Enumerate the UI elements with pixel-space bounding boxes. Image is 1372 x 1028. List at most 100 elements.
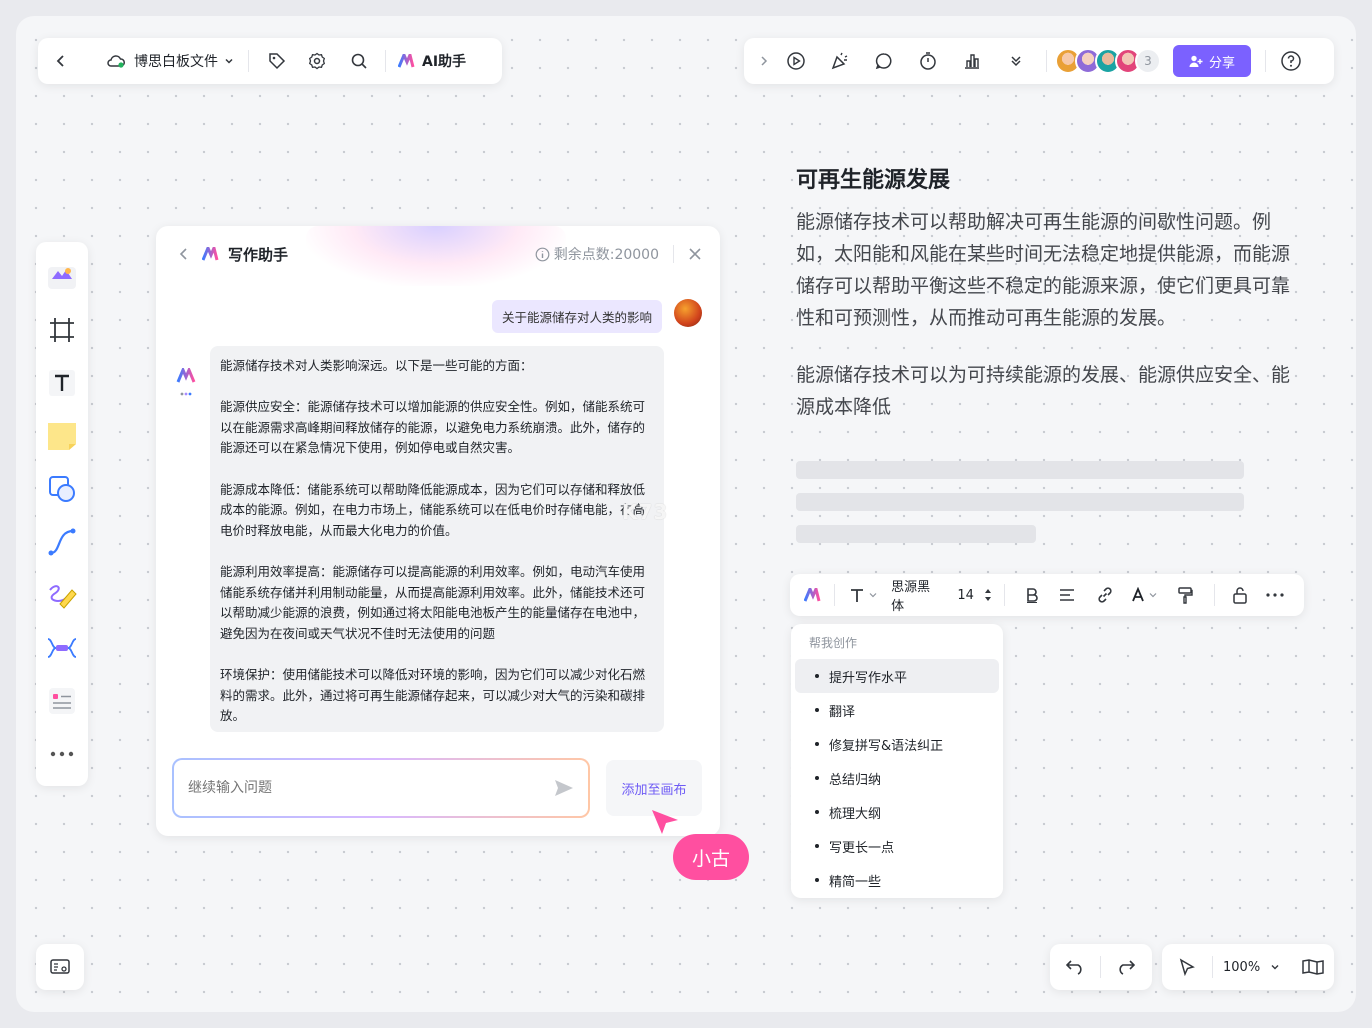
cursor-pointer-icon (652, 810, 678, 834)
menu-item-improve-writing[interactable]: 提升写作水平 (795, 659, 999, 693)
connector-tool[interactable] (36, 515, 88, 568)
timer-icon[interactable] (906, 51, 950, 71)
ai-response: 能源储存技术对人类影响深远。以下是一些可能的方面： 能源供应安全：能源储存技术可… (210, 346, 664, 732)
undo-icon[interactable] (1050, 944, 1100, 990)
send-icon[interactable] (554, 779, 574, 797)
divider (1265, 50, 1267, 72)
question-input[interactable] (188, 780, 554, 796)
settings-icon[interactable] (295, 52, 339, 70)
mindmap-icon (47, 637, 77, 658)
ai-avatar-icon (176, 368, 198, 398)
more-icon[interactable] (1259, 574, 1292, 616)
redo-icon[interactable] (1101, 944, 1151, 990)
tag-icon[interactable] (259, 52, 295, 70)
doc-paragraph[interactable]: 能源储存技术可以帮助解决可再生能源的间歇性问题。例如，太阳能和风能在某些时间无法… (796, 206, 1306, 334)
zoom-level[interactable]: 100% (1223, 960, 1260, 975)
ai-assistant-label: AI助手 (422, 54, 467, 70)
doc-paragraph[interactable]: 能源储存技术可以为可持续能源的发展、能源供应安全、能源成本降低 (796, 359, 1306, 423)
vote-chart-icon[interactable] (950, 51, 994, 71)
text-tool[interactable] (36, 356, 88, 409)
collaborator-avatars[interactable]: 3 (1055, 48, 1161, 74)
chevron-down-icon[interactable] (224, 56, 234, 66)
ai-logo-icon (202, 247, 222, 261)
shape-tool[interactable] (36, 462, 88, 515)
response-paragraph: 环境保护：使用储能技术可以降低对环境的影响，因为它们可以减少对化石燃料的需求。此… (220, 666, 646, 724)
doc-title[interactable]: 可再生能源发展 (796, 162, 950, 194)
minimap-button[interactable] (36, 944, 84, 990)
pen-tool[interactable] (36, 568, 88, 621)
collaborator-cursor-label: 小古 (673, 834, 749, 880)
chevron-right-icon[interactable] (754, 55, 774, 67)
info-icon (535, 247, 550, 261)
search-icon[interactable] (339, 52, 379, 70)
ai-assistant-button[interactable]: AI助手 (398, 51, 466, 71)
divider (1003, 584, 1005, 606)
left-toolbar (36, 242, 88, 786)
menu-item-fix-grammar[interactable]: 修复拼写&语法纠正 (795, 727, 999, 761)
divider (834, 584, 836, 606)
font-size-value[interactable]: 14 (957, 588, 974, 603)
sticky-note-tool[interactable] (36, 409, 88, 462)
align-icon[interactable] (1051, 574, 1084, 616)
loading-placeholder (796, 493, 1244, 511)
unlock-icon[interactable] (1225, 574, 1255, 616)
more-tools[interactable] (36, 727, 88, 780)
font-size-stepper-icon[interactable] (984, 574, 992, 616)
chevron-down-icon[interactable] (1270, 962, 1280, 972)
menu-item-translate[interactable]: 翻译 (795, 693, 999, 727)
divider (1212, 956, 1213, 978)
double-chevron-down-icon[interactable] (994, 54, 1038, 68)
back-icon[interactable] (48, 53, 74, 69)
ai-logo-icon[interactable] (802, 574, 826, 616)
sticky-note-icon (48, 422, 76, 450)
menu-header: 帮我创作 (809, 636, 858, 650)
ai-logo-icon (398, 54, 418, 68)
template-tool[interactable] (36, 250, 88, 303)
celebrate-icon[interactable] (818, 51, 862, 71)
text-format-toolbar: 思源黑体 14 (790, 574, 1304, 616)
user-add-icon (1189, 55, 1203, 67)
menu-item-make-longer[interactable]: 写更长一点 (795, 829, 999, 863)
book-map-icon[interactable] (1302, 959, 1324, 975)
watermark-logo: K73 (622, 500, 669, 524)
font-family-select[interactable]: 思源黑体 (891, 576, 939, 614)
share-label: 分享 (1209, 55, 1236, 71)
help-icon[interactable] (1280, 50, 1302, 72)
response-paragraph: 能源供应安全：能源储存技术可以增加能源的供应安全性。例如，储能系统可以在能源需求… (220, 399, 646, 456)
link-icon[interactable] (1088, 574, 1121, 616)
bold-icon[interactable] (1017, 574, 1047, 616)
chat-input-box[interactable] (172, 758, 590, 818)
divider (1213, 584, 1215, 606)
font-color-icon[interactable] (1126, 574, 1163, 616)
menu-item-outline[interactable]: 梳理大纲 (795, 795, 999, 829)
writing-assistant-panel: 写作助手 剩余点数:20000 关于能源储存对人类的影响 能源储存技术对人类影响… (156, 226, 720, 836)
remaining-points-label: 剩余点数:20000 (553, 247, 659, 263)
file-name[interactable]: 博思白板文件 (134, 51, 218, 71)
menu-item-summarize[interactable]: 总结归纳 (795, 761, 999, 795)
divider (1046, 50, 1047, 72)
list-template-icon (49, 687, 75, 714)
share-button[interactable]: 分享 (1173, 45, 1252, 77)
close-icon[interactable] (688, 247, 702, 261)
connector-icon (48, 528, 76, 555)
remaining-points: 剩余点数:20000 (535, 244, 659, 264)
divider (673, 245, 674, 263)
select-pointer-icon[interactable] (1172, 958, 1202, 976)
mindmap-tool[interactable] (36, 621, 88, 674)
whiteboard-canvas[interactable]: 博思白板文件 AI助手 3 分享 写作助手 剩余点数:20000 关于能源储存对… (16, 16, 1356, 1012)
user-avatar (674, 299, 702, 327)
comment-icon[interactable] (862, 51, 906, 71)
format-painter-icon[interactable] (1167, 574, 1204, 616)
cloud-sync-icon (106, 53, 126, 69)
frame-tool[interactable] (36, 303, 88, 356)
text-style-icon[interactable] (849, 574, 877, 616)
present-play-icon[interactable] (774, 51, 818, 71)
menu-item-make-shorter[interactable]: 精简一些 (795, 863, 999, 897)
table-tool[interactable] (36, 674, 88, 727)
back-icon[interactable] (174, 247, 194, 261)
pen-icon (49, 584, 77, 609)
frame-icon (50, 317, 74, 342)
divider (385, 50, 386, 72)
top-right-toolbar: 3 分享 (744, 38, 1334, 84)
minimap-icon (50, 959, 70, 974)
